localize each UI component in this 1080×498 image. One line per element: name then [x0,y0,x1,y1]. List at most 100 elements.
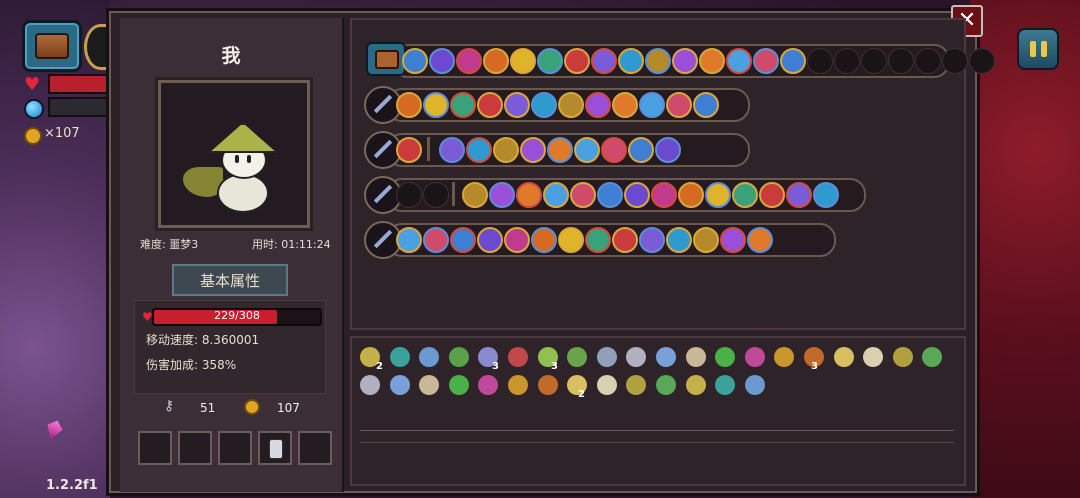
spell-icon[interactable] [699,48,725,74]
spell-icon[interactable] [612,227,638,253]
spell-icon[interactable] [456,48,482,74]
inventory-item-icon[interactable] [508,347,528,367]
spell-icon[interactable] [574,137,600,163]
inventory-item-icon[interactable] [892,347,913,367]
spell-icon[interactable] [423,92,449,118]
spell-icon[interactable] [639,227,665,253]
empty-slot[interactable] [861,48,887,74]
spell-icon[interactable] [570,182,596,208]
spell-icon[interactable] [531,227,557,253]
spell-icon[interactable] [510,48,536,74]
hud-chest-icon[interactable] [22,20,82,72]
spell-icon[interactable] [547,137,573,163]
spell-icon[interactable] [666,227,692,253]
spell-icon[interactable] [726,48,752,74]
inventory-item-icon[interactable] [833,347,854,367]
spell-icon[interactable] [645,48,671,74]
inventory-item-icon[interactable] [656,375,676,395]
spell-icon[interactable] [483,48,509,74]
spell-icon[interactable] [564,48,590,74]
spell-icon[interactable] [601,137,627,163]
spell-icon[interactable] [543,182,569,208]
spell-icon[interactable] [558,227,584,253]
empty-slot[interactable] [969,48,995,74]
empty-slot[interactable] [915,48,941,74]
spell-icon[interactable] [666,92,692,118]
spell-icon[interactable] [753,48,779,74]
inventory-item-icon[interactable] [389,347,410,367]
inventory-item-icon[interactable] [448,347,469,367]
spell-icon[interactable] [537,48,563,74]
spell-icon[interactable] [678,182,704,208]
spell-icon[interactable] [624,182,650,208]
quick-slot[interactable] [218,431,252,465]
inventory-item-icon[interactable] [744,375,765,395]
inventory-item-icon[interactable] [596,375,617,395]
spell-icon[interactable] [504,92,530,118]
tab-basic-attributes[interactable]: 基本属性 [172,264,288,296]
spell-icon[interactable] [786,182,812,208]
inventory-item-icon[interactable] [744,347,765,367]
empty-slot[interactable] [807,48,833,74]
quick-slot[interactable] [178,431,212,465]
spell-icon[interactable] [585,227,611,253]
spell-icon[interactable] [705,182,731,208]
spell-icon[interactable] [429,48,455,74]
spell-icon[interactable] [639,92,665,118]
inventory-item-icon[interactable] [448,375,469,395]
spell-icon[interactable] [423,227,449,253]
inventory-item-icon[interactable] [389,375,410,395]
empty-slot[interactable] [396,182,422,208]
spell-icon[interactable] [516,182,542,208]
spell-icon[interactable] [720,227,746,253]
spell-icon[interactable] [655,137,681,163]
spell-icon[interactable] [396,137,422,163]
spell-icon[interactable] [520,137,546,163]
inventory-item-icon[interactable] [508,375,528,395]
spell-icon[interactable] [450,227,476,253]
empty-slot[interactable] [888,48,914,74]
spell-icon[interactable] [396,92,422,118]
spell-icon[interactable] [612,92,638,118]
spell-icon[interactable] [439,137,465,163]
spell-icon[interactable] [780,48,806,74]
spell-icon[interactable] [618,48,644,74]
pause-button[interactable] [1017,28,1059,70]
spell-icon[interactable] [813,182,839,208]
spell-icon[interactable] [591,48,617,74]
spell-icon[interactable] [450,92,476,118]
spell-icon[interactable] [597,182,623,208]
spell-icon[interactable] [504,227,530,253]
spell-icon[interactable] [493,137,519,163]
spell-icon[interactable] [531,92,557,118]
spell-icon[interactable] [628,137,654,163]
quick-slot[interactable] [138,431,172,465]
spell-icon[interactable] [585,92,611,118]
spell-icon[interactable] [396,227,422,253]
spell-icon[interactable] [466,137,492,163]
empty-slot[interactable] [834,48,860,74]
spell-icon[interactable] [477,227,503,253]
spell-icon[interactable] [672,48,698,74]
inventory-item-icon[interactable] [537,375,558,395]
spell-icon[interactable] [558,92,584,118]
inventory-item-icon[interactable] [685,347,706,367]
chest-icon[interactable] [366,42,406,76]
spell-icon[interactable] [489,182,515,208]
inventory-item-icon[interactable] [360,375,380,395]
empty-slot[interactable] [942,48,968,74]
spell-icon[interactable] [759,182,785,208]
spell-icon[interactable] [651,182,677,208]
quick-slot[interactable] [298,431,332,465]
inventory-item-icon[interactable] [656,347,676,367]
spell-icon[interactable] [477,92,503,118]
empty-slot[interactable] [423,182,449,208]
inventory-item-icon[interactable] [685,375,706,395]
inventory-item-icon[interactable] [596,347,617,367]
spell-icon[interactable] [693,92,719,118]
spell-icon[interactable] [732,182,758,208]
quick-slot[interactable] [258,431,292,465]
spell-icon[interactable] [462,182,488,208]
spell-icon[interactable] [693,227,719,253]
spell-icon[interactable] [402,48,428,74]
